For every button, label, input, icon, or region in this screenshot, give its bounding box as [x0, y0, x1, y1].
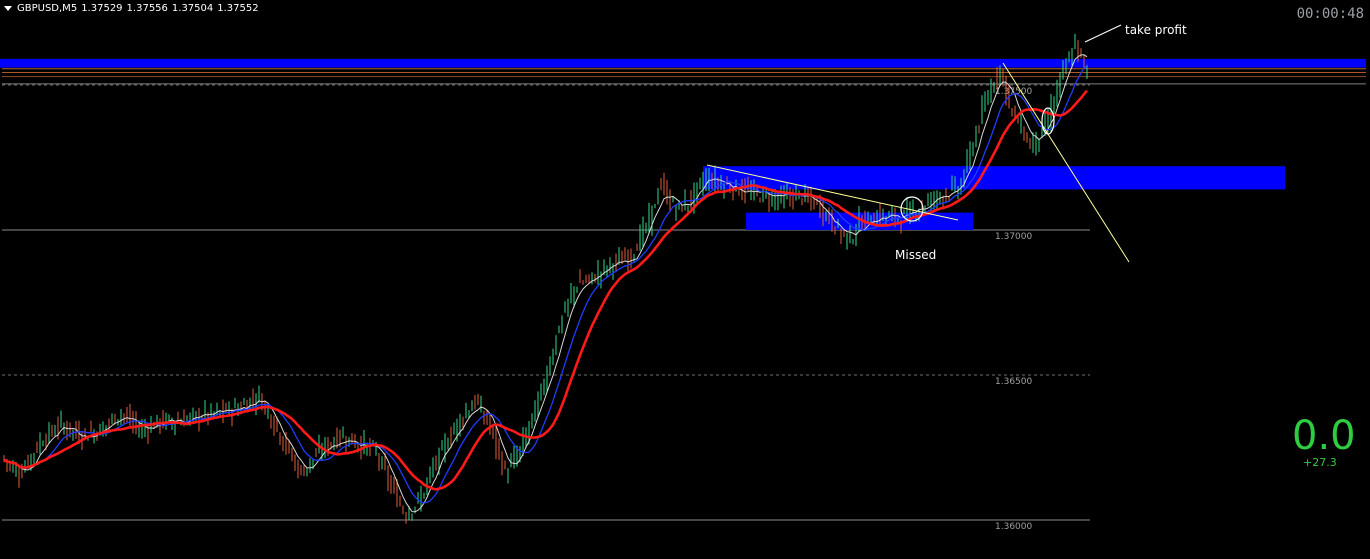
mid-moving-average-line — [3, 64, 1088, 504]
open-price: 1.37529 — [81, 3, 123, 14]
price-tick-label: 1.36500 — [995, 377, 1032, 387]
low-price: 1.37504 — [171, 3, 214, 14]
symbol-label: GBPUSD,M5 — [17, 3, 78, 14]
price-tick-label: 1.37000 — [995, 232, 1032, 242]
price-tick-label: 1.36000 — [995, 522, 1032, 532]
candlestick-series — [3, 33, 1088, 524]
high-price: 1.37556 — [126, 3, 168, 14]
take-profit-pointer — [1084, 24, 1122, 43]
fast-moving-average-line — [3, 54, 1088, 513]
candle-timer: 00:00:48 — [1296, 6, 1364, 22]
dropdown-triangle-icon[interactable] — [4, 6, 12, 11]
missed-annotation: Missed — [895, 248, 937, 262]
chart-window[interactable]: 1.37500 1.37000 1.36500 1.36000 GBPUSD,M5 1… — [0, 0, 1370, 559]
pnl-delta: +27.3 — [1303, 456, 1337, 469]
supply-demand-zone-1 — [703, 166, 1285, 190]
supply-demand-zone-0 — [0, 58, 1366, 68]
chart-header: GBPUSD,M5 1.37529 1.37556 1.37504 1.3755… — [4, 3, 259, 14]
pnl-value: 0.0 — [1292, 413, 1356, 459]
close-price: 1.37552 — [217, 3, 259, 14]
price-chart[interactable]: 1.375001.370001.365001.36000 — [0, 0, 1370, 559]
take-profit-annotation: take profit — [1125, 23, 1187, 37]
